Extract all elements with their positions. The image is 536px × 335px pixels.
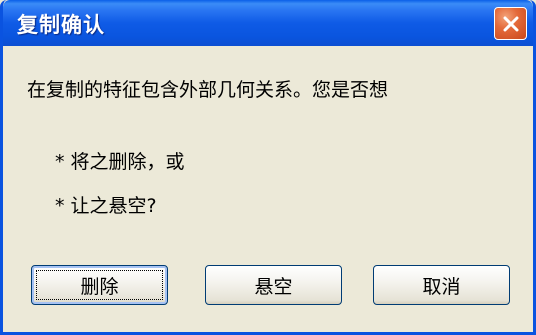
option-delete-text: * 将之删除，或 <box>55 151 185 173</box>
option-suspend-text: * 让之悬空? <box>55 195 157 217</box>
title-bar[interactable]: 复制确认 <box>3 0 533 46</box>
close-button[interactable] <box>494 7 527 40</box>
window-title: 复制确认 <box>17 13 105 37</box>
cancel-button[interactable]: 取消 <box>373 265 510 305</box>
close-icon <box>501 14 521 34</box>
suspend-button[interactable]: 悬空 <box>205 265 342 305</box>
focus-ring <box>36 270 163 300</box>
delete-button[interactable]: 删除 <box>31 265 168 305</box>
dialog-message: 在复制的特征包含外部几何关系。您是否想 <box>27 79 389 101</box>
confirm-dialog: 复制确认 在复制的特征包含外部几何关系。您是否想 * 将之删除，或 * 让之悬空… <box>0 0 536 335</box>
cancel-button-label: 取消 <box>422 275 461 298</box>
suspend-button-label: 悬空 <box>254 275 293 298</box>
